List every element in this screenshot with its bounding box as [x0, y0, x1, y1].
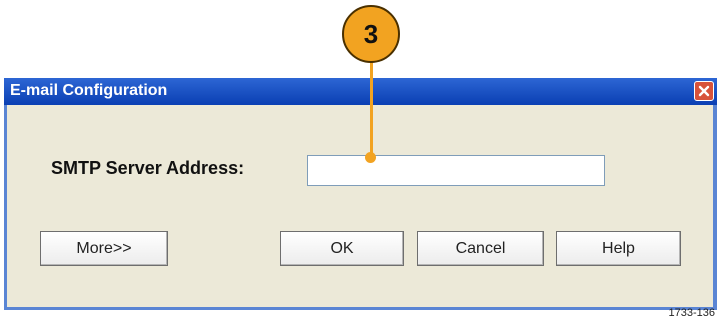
smtp-server-address-label: SMTP Server Address: [51, 158, 245, 178]
email-configuration-dialog: E-mail Configuration SMTP Server Address… [4, 78, 717, 310]
figure-id-label: 1733-136 [668, 307, 716, 319]
help-button[interactable]: Help [556, 231, 681, 266]
callout-leader-line [370, 62, 373, 156]
callout-number-badge: 3 [342, 5, 400, 63]
dialog-body: SMTP Server Address: More>> OK Cancel He… [7, 105, 713, 307]
cancel-button[interactable]: Cancel [417, 231, 544, 266]
more-button[interactable]: More>> [40, 231, 168, 266]
ok-button[interactable]: OK [280, 231, 404, 266]
dialog-titlebar[interactable]: E-mail Configuration [4, 78, 717, 105]
close-button[interactable] [694, 81, 714, 101]
smtp-server-address-input[interactable] [307, 155, 605, 186]
close-icon [698, 85, 710, 97]
callout-pointer-dot [365, 152, 376, 163]
dialog-title: E-mail Configuration [10, 82, 168, 99]
